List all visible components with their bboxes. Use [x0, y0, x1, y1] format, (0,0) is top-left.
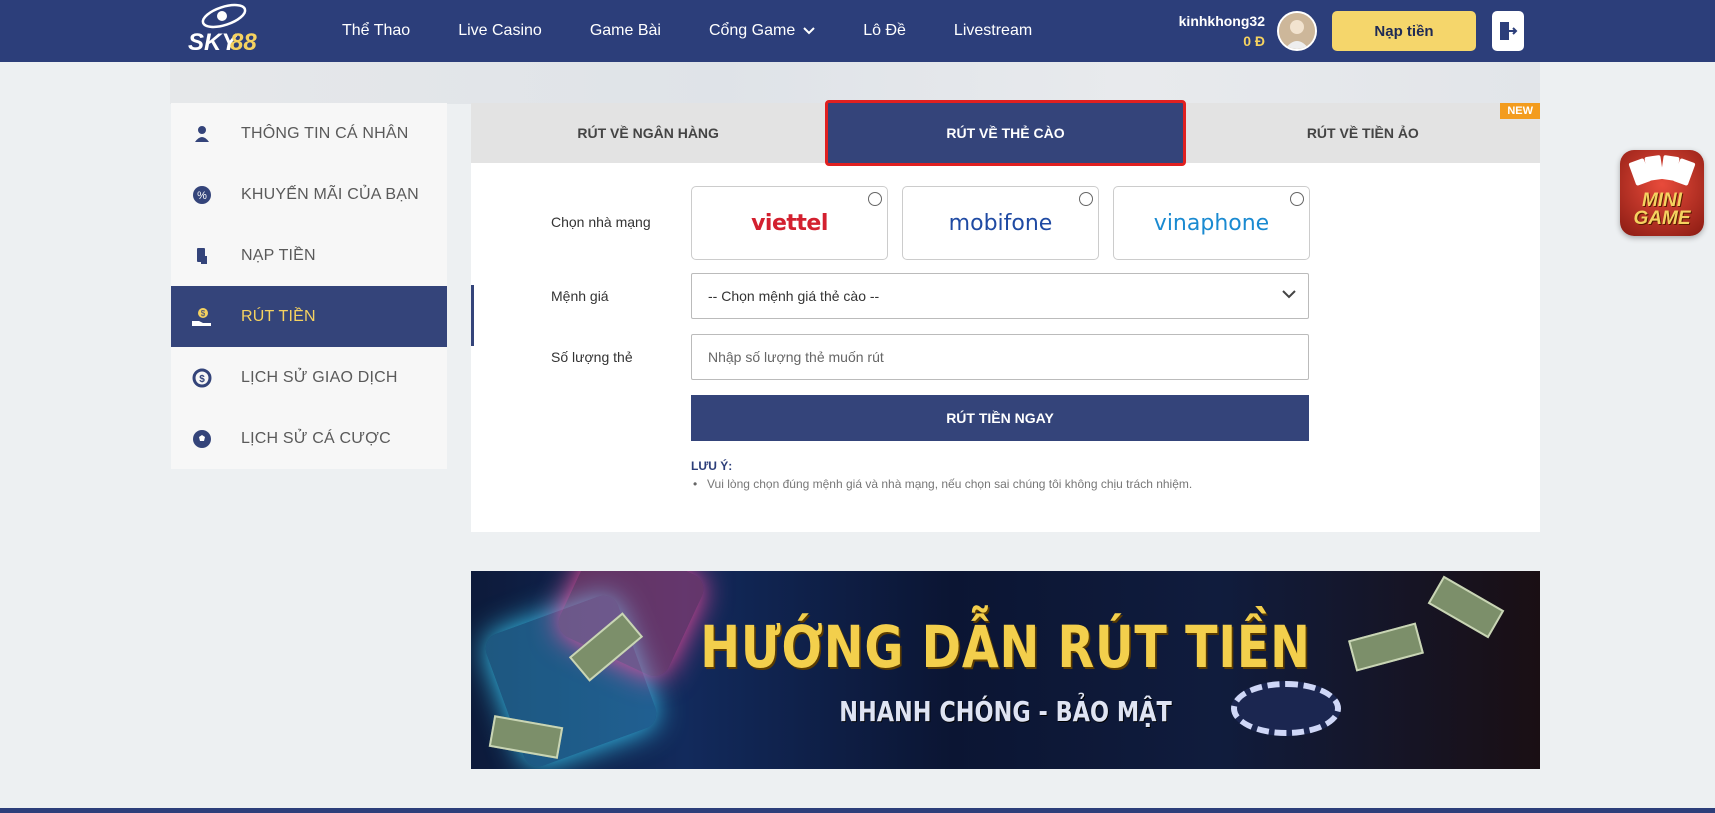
- note-title: LƯU Ý:: [691, 459, 733, 473]
- quantity-label: Số lượng thẻ: [551, 349, 633, 365]
- banner-subtitle: NHANH CHÓNG - BẢO MẬT: [839, 695, 1172, 728]
- svg-text:%: %: [197, 190, 207, 202]
- denomination-value: -- Chọn mệnh giá thẻ cào --: [708, 288, 880, 304]
- svg-text:88: 88: [230, 29, 257, 56]
- mini-game-label-line2: GAME: [1633, 208, 1691, 229]
- tab-label: RÚT VỀ NGÂN HÀNG: [577, 125, 719, 141]
- sidebar-item-thong-tin[interactable]: THÔNG TIN CÁ NHÂN: [171, 103, 447, 164]
- chevron-down-icon: [803, 27, 815, 35]
- logout-button[interactable]: [1492, 11, 1524, 51]
- sidebar-item-label: THÔNG TIN CÁ NHÂN: [241, 124, 409, 142]
- withdraw-guide-banner[interactable]: HƯỚNG DẪN RÚT TIỀN NHANH CHÓNG - BẢO MẬT: [471, 571, 1540, 769]
- sidebar-item-lich-su-ca-cuoc[interactable]: LỊCH SỬ CÁ CƯỢC: [171, 408, 447, 469]
- transaction-history-icon: $: [191, 367, 213, 389]
- sidebar-item-label: NẠP TIỀN: [241, 246, 316, 264]
- sidebar-item-label: RÚT TIỀN: [241, 307, 316, 325]
- viettel-logo: viettel: [751, 210, 828, 236]
- account-sidebar: THÔNG TIN CÁ NHÂN % KHUYẾN MÃI CỦA BẠN N…: [171, 103, 447, 469]
- sidebar-item-lich-su-giao-dich[interactable]: $ LỊCH SỬ GIAO DỊCH: [171, 347, 447, 408]
- username: kinhkhong32: [1178, 13, 1265, 29]
- nav-label: Lô Đề: [863, 22, 906, 39]
- nav-game-bai[interactable]: Game Bài: [590, 22, 661, 40]
- withdraw-now-button[interactable]: RÚT TIỀN NGAY: [691, 395, 1309, 441]
- deposit-icon: [191, 245, 213, 267]
- sidebar-item-label: LỊCH SỬ GIAO DỊCH: [241, 368, 398, 386]
- nav-label: Thể Thao: [342, 22, 411, 39]
- logout-icon: [1500, 22, 1518, 40]
- sidebar-item-label: KHUYẾN MÃI CỦA BẠN: [241, 185, 419, 203]
- radio-button[interactable]: [868, 192, 882, 206]
- denomination-label: Mệnh giá: [551, 288, 609, 304]
- sky88-logo[interactable]: SKY 88: [184, 2, 260, 62]
- carrier-label: Chọn nhà mạng: [551, 214, 651, 230]
- nav-label: Cổng Game: [708, 22, 796, 39]
- tab-label: RÚT VỀ THẺ CÀO: [946, 125, 1065, 141]
- mobifone-logo: mobifone: [948, 210, 1053, 236]
- soccer-ball-icon: [191, 428, 213, 450]
- carrier-option-vinaphone[interactable]: vinaphone: [1113, 186, 1310, 260]
- user-info[interactable]: kinhkhong32 0 Đ: [1179, 13, 1265, 49]
- svg-text:$: $: [199, 374, 205, 385]
- chevron-down-icon: [1282, 290, 1296, 299]
- sidebar-item-label: LỊCH SỬ CÁ CƯỢC: [241, 429, 391, 447]
- mini-game-label: MINI GAME: [1620, 191, 1704, 229]
- mini-game-button[interactable]: MINI GAME: [1620, 150, 1704, 236]
- tab-rut-ve-ngan-hang[interactable]: RÚT VỀ NGÂN HÀNG: [471, 103, 825, 163]
- banner-title: HƯỚNG DẪN RÚT TIỀN: [700, 613, 1311, 681]
- tab-rut-ve-tien-ao[interactable]: RÚT VỀ TIỀN ẢO NEW: [1186, 103, 1540, 163]
- nav-label: Livestream: [953, 22, 1033, 39]
- note-text: Vui lòng chọn đúng mệnh giá và nhà mạng,…: [693, 477, 1192, 491]
- nav-label: Live Casino: [458, 22, 542, 39]
- sidebar-item-khuyen-mai[interactable]: % KHUYẾN MÃI CỦA BẠN: [171, 164, 447, 225]
- main-nav: Thể Thao Live Casino Game Bài Cổng Game …: [342, 0, 1080, 62]
- deposit-button[interactable]: Nạp tiền: [1332, 11, 1476, 51]
- hero-strip: [170, 62, 1540, 104]
- nav-live-casino[interactable]: Live Casino: [458, 22, 542, 40]
- promo-icon: %: [191, 184, 213, 206]
- radio-button[interactable]: [1079, 192, 1093, 206]
- new-badge: NEW: [1500, 103, 1540, 119]
- sidebar-item-rut-tien[interactable]: $ RÚT TIỀN: [171, 286, 447, 347]
- withdraw-icon: $: [191, 306, 213, 328]
- radio-button[interactable]: [1290, 192, 1304, 206]
- active-indicator: [471, 285, 474, 346]
- top-navbar: SKY 88 Thể Thao Live Casino Game Bài Cổn…: [0, 0, 1715, 62]
- carrier-option-viettel[interactable]: viettel: [691, 186, 888, 260]
- vinaphone-logo: vinaphone: [1153, 210, 1270, 236]
- nav-cong-game[interactable]: Cổng Game: [709, 22, 815, 40]
- nav-livestream[interactable]: Livestream: [954, 22, 1032, 40]
- denomination-select[interactable]: -- Chọn mệnh giá thẻ cào --: [691, 273, 1309, 319]
- tab-label: RÚT VỀ TIỀN ẢO: [1306, 125, 1419, 141]
- nav-label: Game Bài: [589, 22, 661, 39]
- nav-lo-de[interactable]: Lô Đề: [863, 22, 906, 40]
- quantity-input[interactable]: [691, 334, 1309, 380]
- footer-border: [0, 808, 1715, 813]
- balance: 0 Đ: [1243, 33, 1265, 49]
- svg-text:$: $: [201, 309, 206, 318]
- user-icon: [191, 123, 213, 145]
- withdraw-panel: RÚT VỀ NGÂN HÀNG RÚT VỀ THẺ CÀO RÚT VỀ T…: [471, 100, 1540, 532]
- carrier-option-mobifone[interactable]: mobifone: [902, 186, 1099, 260]
- playing-cards-icon: [1628, 155, 1696, 186]
- nav-the-thao[interactable]: Thể Thao: [342, 22, 410, 40]
- sidebar-item-nap-tien[interactable]: NẠP TIỀN: [171, 225, 447, 286]
- withdraw-tabs: RÚT VỀ NGÂN HÀNG RÚT VỀ THẺ CÀO RÚT VỀ T…: [471, 100, 1540, 166]
- tab-rut-ve-the-cao[interactable]: RÚT VỀ THẺ CÀO: [825, 100, 1186, 166]
- avatar[interactable]: [1277, 11, 1317, 51]
